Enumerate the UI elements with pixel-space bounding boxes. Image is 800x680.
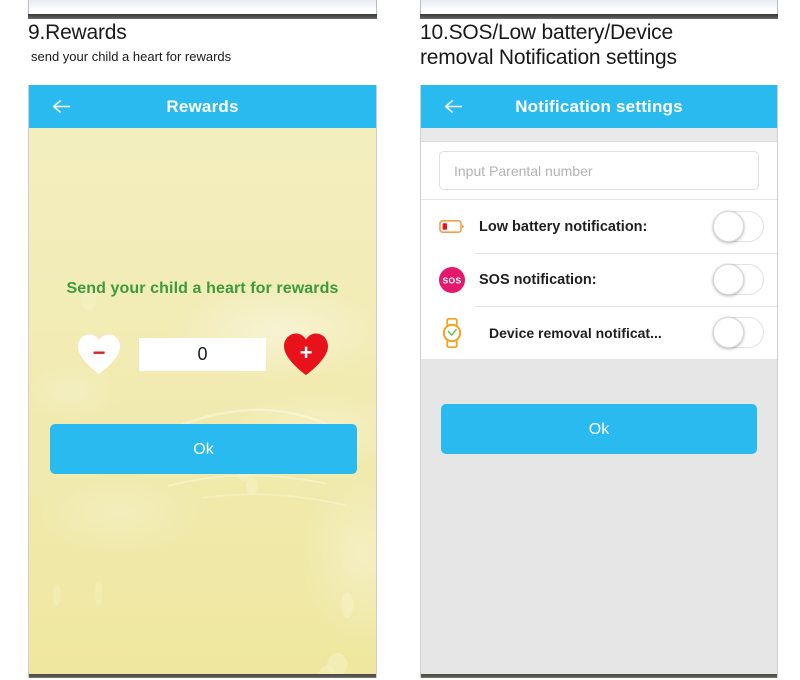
rewards-content-area: Send your child a heart for rewards − + xyxy=(29,128,376,678)
parental-number-input[interactable] xyxy=(439,151,759,190)
settings-card: Low battery notification: SOS SOS notifi… xyxy=(421,142,777,359)
low-battery-icon xyxy=(435,219,469,234)
parental-number-row xyxy=(421,142,777,200)
heart-counter-row: − + xyxy=(29,326,376,382)
top-spacer xyxy=(421,128,777,142)
notification-settings-phone-panel: Notification settings Input Parental num… xyxy=(420,85,778,678)
left-caption-title: 9.Rewards xyxy=(28,21,127,44)
watch-icon xyxy=(435,317,469,348)
svg-text:SOS: SOS xyxy=(442,275,461,285)
rewards-phone-panel: Rewards Send your child a heart for rewa… xyxy=(28,85,377,678)
right-section-caption: 10.SOS/Low battery/Device removal Notifi… xyxy=(420,20,792,70)
right-caption-title: 10.SOS/Low battery/Device removal Notifi… xyxy=(420,21,677,69)
low-battery-notification-row[interactable]: Low battery notification: xyxy=(421,200,777,253)
sos-icon: SOS xyxy=(435,266,469,294)
notification-appbar-title: Notification settings xyxy=(515,96,683,116)
notification-content-area: Low battery notification: SOS SOS notifi… xyxy=(421,128,777,678)
toggle-knob xyxy=(713,211,744,242)
minus-sign: − xyxy=(92,340,106,365)
previous-screenshot-strip-right xyxy=(420,0,778,19)
red-heart-plus-icon[interactable]: + xyxy=(282,331,330,377)
toggle-knob xyxy=(713,317,744,348)
sos-label: SOS notification: xyxy=(479,271,597,288)
left-section-caption: 9.Rewards send your child a heart for re… xyxy=(28,20,388,66)
plus-sign: + xyxy=(299,340,313,365)
device-removal-notification-row[interactable]: Device removal notificat... xyxy=(421,306,777,359)
background-texture xyxy=(52,283,354,675)
sos-toggle[interactable] xyxy=(713,264,764,295)
toggle-knob xyxy=(713,264,744,295)
page-root: 9.Rewards send your child a heart for re… xyxy=(0,0,800,680)
notification-appbar: Notification settings xyxy=(421,85,777,128)
device-removal-label: Device removal notificat... xyxy=(489,324,662,341)
rewards-headline: Send your child a heart for rewards xyxy=(66,280,339,297)
notification-ok-button[interactable]: Ok xyxy=(441,404,757,454)
sos-notification-row[interactable]: SOS SOS notification: xyxy=(421,253,777,306)
previous-screenshot-strip-left xyxy=(28,0,377,19)
back-arrow-icon[interactable] xyxy=(441,96,467,118)
rewards-appbar-title: Rewards xyxy=(166,96,239,116)
low-battery-label: Low battery notification: xyxy=(479,218,648,235)
device-removal-toggle[interactable] xyxy=(713,317,764,348)
back-arrow-icon[interactable] xyxy=(49,96,75,118)
reward-count-input[interactable] xyxy=(139,337,266,371)
rewards-ok-button[interactable]: Ok xyxy=(50,424,357,474)
white-heart-minus-icon[interactable]: − xyxy=(75,331,123,377)
rewards-appbar: Rewards xyxy=(29,85,376,128)
low-battery-toggle[interactable] xyxy=(713,211,764,242)
left-caption-subtitle: send your child a heart for rewards xyxy=(31,49,232,64)
